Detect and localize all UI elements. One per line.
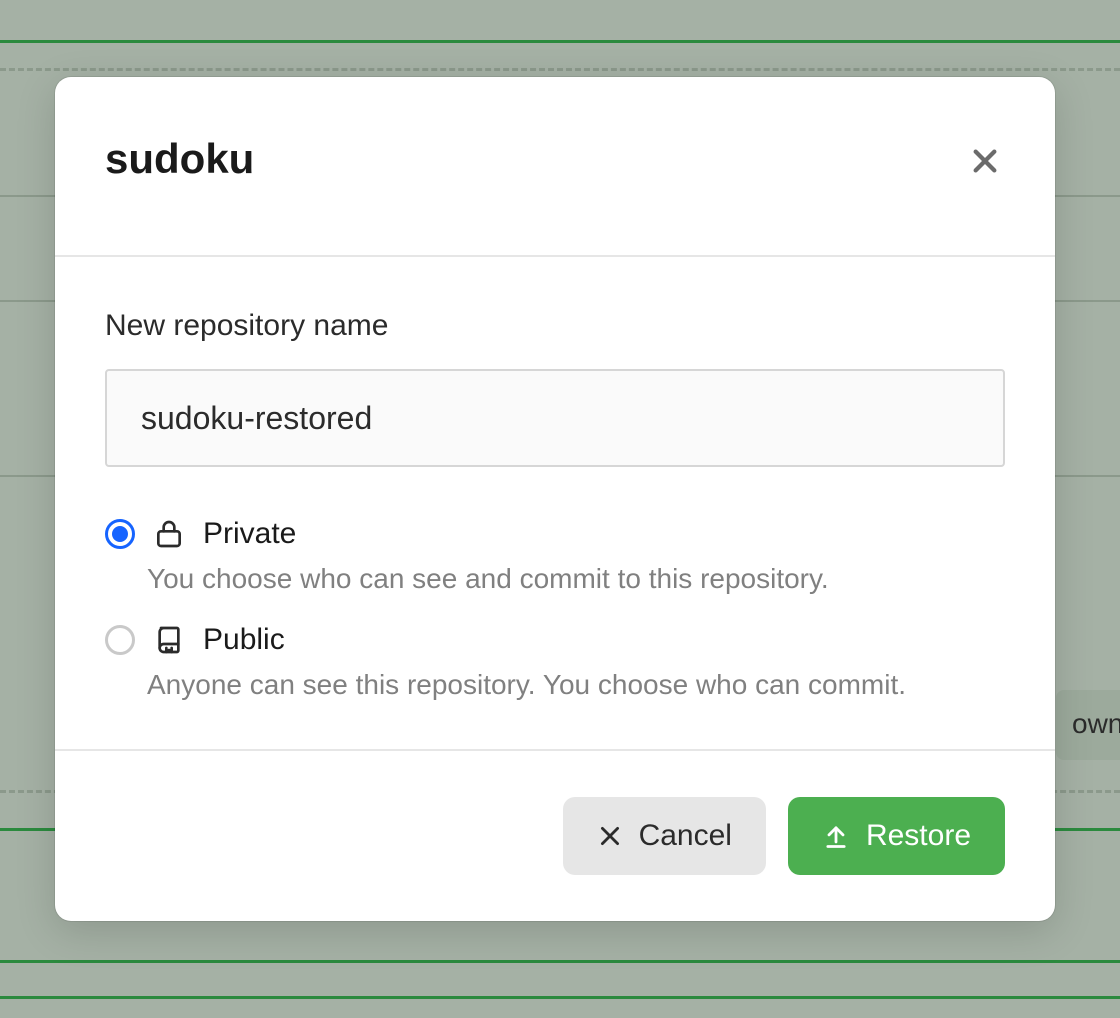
x-icon bbox=[597, 823, 623, 849]
repo-name-label: New repository name bbox=[105, 309, 1005, 343]
modal-body: New repository name Private You choose w… bbox=[55, 257, 1055, 751]
visibility-option-private[interactable]: Private bbox=[105, 517, 1005, 551]
upload-icon bbox=[822, 822, 850, 850]
download-button-partial[interactable]: ownl bbox=[1056, 690, 1120, 760]
private-radio[interactable] bbox=[105, 519, 135, 549]
repo-icon bbox=[153, 624, 185, 656]
modal-footer: Cancel Restore bbox=[55, 751, 1055, 921]
lock-icon bbox=[153, 518, 185, 550]
restore-button-label: Restore bbox=[866, 819, 971, 853]
visibility-option-public[interactable]: Public bbox=[105, 623, 1005, 657]
modal-header: sudoku bbox=[55, 77, 1055, 257]
visibility-options: Private You choose who can see and commi… bbox=[105, 517, 1005, 701]
close-button[interactable] bbox=[965, 141, 1005, 181]
private-description: You choose who can see and commit to thi… bbox=[147, 563, 1005, 595]
restore-repository-modal: sudoku New repository name bbox=[55, 77, 1055, 921]
download-button-label: ownl bbox=[1072, 708, 1120, 739]
repo-name-input[interactable] bbox=[105, 369, 1005, 467]
modal-title: sudoku bbox=[105, 135, 254, 183]
public-radio[interactable] bbox=[105, 625, 135, 655]
public-description: Anyone can see this repository. You choo… bbox=[147, 669, 1005, 701]
cancel-button-label: Cancel bbox=[639, 819, 732, 853]
restore-button[interactable]: Restore bbox=[788, 797, 1005, 875]
cancel-button[interactable]: Cancel bbox=[563, 797, 766, 875]
public-label: Public bbox=[203, 623, 285, 657]
private-label: Private bbox=[203, 517, 296, 551]
close-icon bbox=[969, 145, 1001, 177]
